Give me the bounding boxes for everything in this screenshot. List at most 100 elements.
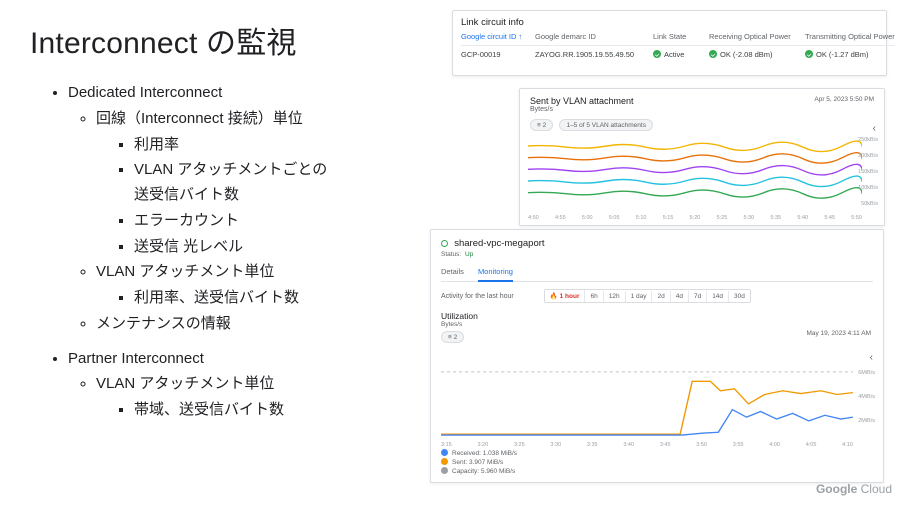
legend-dot-icon	[441, 458, 448, 465]
x-tick: 5:45	[824, 215, 835, 221]
y-tick: 4MiB/s	[858, 394, 875, 400]
cell-demarc-id: ZAYOG.RR.1905.19.55.49.50	[535, 50, 653, 59]
activity-label: Activity for the last hour	[441, 293, 514, 300]
item: エラーカウント	[134, 209, 430, 234]
x-tick: 4:55	[555, 215, 566, 221]
unit-label: Bytes/s	[441, 321, 873, 328]
range-option[interactable]: 🔥 1 hour	[545, 290, 586, 302]
range-option[interactable]: 4d	[671, 291, 689, 302]
x-tick: 5:20	[690, 215, 701, 221]
text: Status:	[441, 251, 461, 258]
x-tick: 5:30	[744, 215, 755, 221]
range-option[interactable]: 30d	[729, 291, 750, 302]
text: Dedicated Interconnect	[68, 84, 222, 101]
text: 回線（Interconnect 接続）単位	[96, 110, 303, 127]
bullet-partner: Partner Interconnect VLAN アタッチメント単位 帯域、送…	[68, 347, 430, 423]
sub-bullet: VLAN アタッチメント単位 利用率、送受信バイト数	[96, 260, 430, 311]
graph-title: Utilization	[441, 311, 873, 321]
legend-item: Sent: 3.907 MiB/s	[441, 458, 517, 467]
status-dot-icon	[441, 240, 448, 247]
cell-tx: OK (-1.27 dBm)	[805, 50, 895, 59]
google-cloud-logo: Google Cloud	[816, 482, 892, 496]
resource-header: shared-vpc-megaport	[441, 238, 873, 249]
status-line: Status: Up	[441, 251, 873, 258]
range-option[interactable]: 1 day	[626, 291, 653, 302]
sub-bullet: メンテナンスの情報	[96, 312, 430, 337]
y-tick: 6MiB/s	[858, 370, 875, 376]
sub-bullet: 回線（Interconnect 接続）単位 利用率 VLAN アタッチメントごと…	[96, 107, 430, 260]
timestamp: Apr 5, 2023 5:50 PM	[814, 96, 874, 103]
legend-label: Received: 1.038 MiB/s	[452, 450, 517, 457]
item: 利用率	[134, 133, 430, 158]
vlan-chart	[528, 139, 862, 209]
card-title: Link circuit info	[461, 17, 878, 28]
range-option[interactable]: 6h	[585, 291, 603, 302]
cell-circuit-id[interactable]: GCP-00019	[461, 50, 535, 59]
unit-label: Bytes/s	[530, 106, 874, 113]
x-tick: 5:15	[663, 215, 674, 221]
x-tick: 5:35	[770, 215, 781, 221]
sub-bullet: VLAN アタッチメント単位 帯域、送受信バイト数	[96, 372, 430, 423]
resource-name: shared-vpc-megaport	[454, 238, 544, 249]
text: Partner Interconnect	[68, 350, 204, 367]
check-icon	[653, 50, 661, 58]
text: Cloud	[861, 482, 892, 496]
x-tick: 4:10	[842, 442, 853, 448]
filter-button[interactable]: ≡ 2	[530, 119, 553, 131]
x-tick: 4:50	[528, 215, 539, 221]
status-value: Up	[465, 251, 473, 258]
text: Active	[664, 50, 684, 59]
chevron-left-icon[interactable]: ‹	[870, 352, 873, 363]
check-icon	[805, 50, 813, 58]
text: Google	[816, 482, 857, 496]
range-option[interactable]: 12h	[604, 291, 626, 302]
col-tx-power[interactable]: Transmitting Optical Power	[805, 32, 895, 41]
legend-item: Received: 1.038 MiB/s	[441, 449, 517, 458]
y-tick: 100kB/s	[858, 185, 878, 191]
item: VLAN アタッチメントごとの 送受信バイト数	[134, 158, 430, 208]
y-tick: 2MiB/s	[858, 418, 875, 424]
y-tick: 50kB/s	[861, 201, 878, 207]
filter-button[interactable]: ≡ 2	[441, 331, 464, 343]
y-tick: 150kB/s	[858, 169, 878, 175]
x-tick: 4:05	[806, 442, 817, 448]
range-option[interactable]: 14d	[707, 291, 729, 302]
y-tick: 200kB/s	[858, 153, 878, 159]
legend-dot-icon	[441, 449, 448, 456]
legend-label: Sent: 3.907 MiB/s	[452, 459, 503, 466]
tab-details[interactable]: Details	[441, 264, 464, 281]
text: VLAN アタッチメント単位	[96, 263, 274, 280]
col-link-state[interactable]: Link State	[653, 32, 709, 41]
x-tick: 3:20	[477, 442, 488, 448]
x-tick: 5:50	[851, 215, 862, 221]
legend-item: Capacity: 5.960 MiB/s	[441, 467, 517, 476]
x-tick: 3:50	[696, 442, 707, 448]
cell-rx: OK (-2.08 dBm)	[709, 50, 805, 59]
x-axis: 4:504:555:005:055:105:155:205:255:305:35…	[528, 215, 862, 221]
y-tick: 250kB/s	[858, 137, 878, 143]
filter-note: 1–5 of 5 VLAN attachments	[559, 119, 653, 131]
range-option[interactable]: 2d	[652, 291, 670, 302]
link-circuit-info-card: Link circuit info Google circuit ID ↑ Go…	[452, 10, 887, 76]
col-circuit-id[interactable]: Google circuit ID ↑	[461, 32, 535, 41]
range-option[interactable]: 7d	[689, 291, 707, 302]
time-range[interactable]: 🔥 1 hour6h12h1 day2d4d7d14d30d	[544, 289, 751, 303]
col-rx-power[interactable]: Receiving Optical Power	[709, 32, 805, 41]
timestamp: May 19, 2023 4:11 AM	[806, 330, 871, 337]
col-demarc-id[interactable]: Google demarc ID	[535, 32, 653, 41]
monitoring-card: shared-vpc-megaport Status: Up Details M…	[430, 229, 884, 483]
cell-link-state: Active	[653, 50, 709, 59]
text: OK (-2.08 dBm)	[720, 50, 773, 59]
x-tick: 3:55	[733, 442, 744, 448]
x-tick: 3:15	[441, 442, 452, 448]
x-tick: 5:10	[636, 215, 647, 221]
x-tick: 5:00	[582, 215, 593, 221]
x-tick: 5:40	[797, 215, 808, 221]
x-tick: 5:25	[717, 215, 728, 221]
x-axis: 3:153:203:253:303:353:403:453:503:554:00…	[441, 442, 853, 448]
legend: Received: 1.038 MiB/s Sent: 3.907 MiB/sCa…	[441, 449, 517, 476]
tabs: Details Monitoring	[441, 264, 873, 282]
item: 帯域、送受信バイト数	[134, 398, 430, 423]
tab-monitoring[interactable]: Monitoring	[478, 264, 513, 282]
chevron-left-icon[interactable]: ‹	[873, 123, 876, 134]
